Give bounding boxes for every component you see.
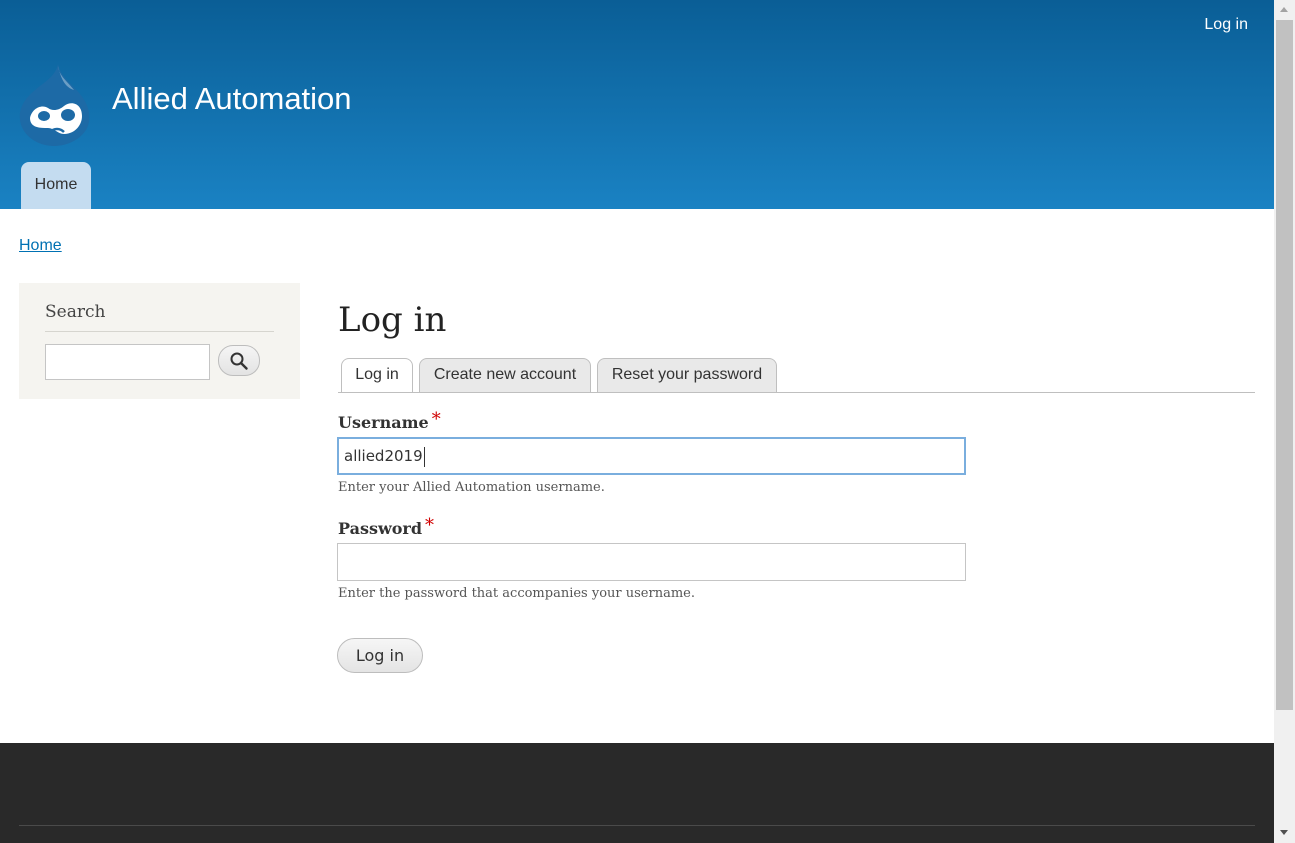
required-marker: * [425,515,435,536]
site-header: Log in Allied Automation Home [0,0,1274,209]
search-icon [230,352,248,370]
footer-divider [19,825,1255,826]
username-label: Username * [338,409,441,433]
username-label-text: Username [338,413,429,432]
password-label: Password * [338,515,435,539]
username-description: Enter your Allied Automation username. [338,480,605,495]
divider [45,331,274,332]
breadcrumb[interactable]: Home [19,237,62,255]
username-value: allied2019 [344,447,423,465]
text-caret [423,446,425,467]
page-title: Log in [338,300,447,340]
search-button[interactable] [218,345,260,376]
scroll-down-arrow-icon[interactable] [1274,824,1295,841]
tabs-divider [338,392,1255,393]
search-input[interactable] [45,344,210,380]
required-marker: * [431,409,441,430]
scroll-up-arrow-icon[interactable] [1274,2,1295,19]
username-field[interactable]: allied2019 [337,437,966,475]
password-label-text: Password [338,519,423,538]
sidebar-search-block: Search [19,283,300,399]
site-name[interactable]: Allied Automation [112,81,352,117]
nav-item-home[interactable]: Home [21,162,91,209]
search-block-title: Search [45,302,106,322]
log-in-button[interactable]: Log in [337,638,423,673]
page: Log in Allied Automation Home Home Searc… [0,0,1274,843]
tab-log-in[interactable]: Log in [341,358,413,393]
scrollbar-thumb[interactable] [1276,20,1293,710]
password-field[interactable] [337,543,966,581]
tab-create-new-account[interactable]: Create new account [419,358,591,392]
vertical-scrollbar[interactable] [1274,0,1295,843]
site-footer [0,743,1274,843]
user-login-link[interactable]: Log in [1204,16,1248,34]
drupal-drop-icon[interactable] [18,62,92,146]
tab-reset-password[interactable]: Reset your password [597,358,777,392]
password-description: Enter the password that accompanies your… [338,586,695,601]
